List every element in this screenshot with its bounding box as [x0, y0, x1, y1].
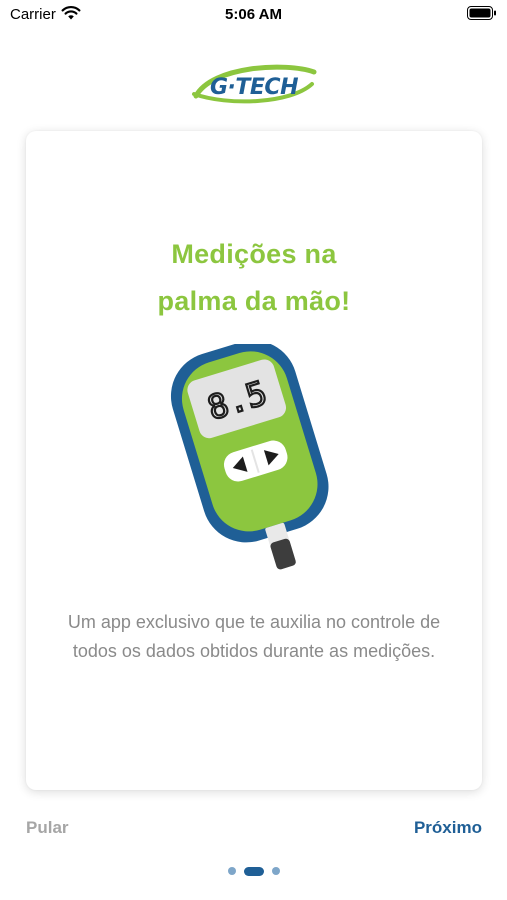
- page-dot-2-active[interactable]: [243, 866, 264, 876]
- onboarding-description: Um app exclusivo que te auxilia no contr…: [67, 612, 441, 661]
- svg-text:G·TECH: G·TECH: [210, 75, 298, 100]
- clock: 5:06 AM: [225, 6, 282, 23]
- next-button[interactable]: Próximo: [414, 818, 482, 838]
- glucose-meter-illustration: 8.5: [170, 344, 329, 570]
- status-bar: Carrier 5:06 AM: [0, 0, 507, 30]
- page-dot-3[interactable]: [271, 867, 280, 875]
- battery-icon: [467, 6, 496, 20]
- page-indicator: [0, 865, 507, 877]
- onboarding-card: Medições na palma da mão! 8.5 Um app exc…: [26, 131, 482, 790]
- page-dot-1[interactable]: [227, 867, 236, 875]
- skip-button[interactable]: Pular: [26, 818, 69, 838]
- onboarding-title: Medições na palma da mão!: [157, 239, 351, 316]
- gtech-logo: G·TECH: [192, 64, 317, 104]
